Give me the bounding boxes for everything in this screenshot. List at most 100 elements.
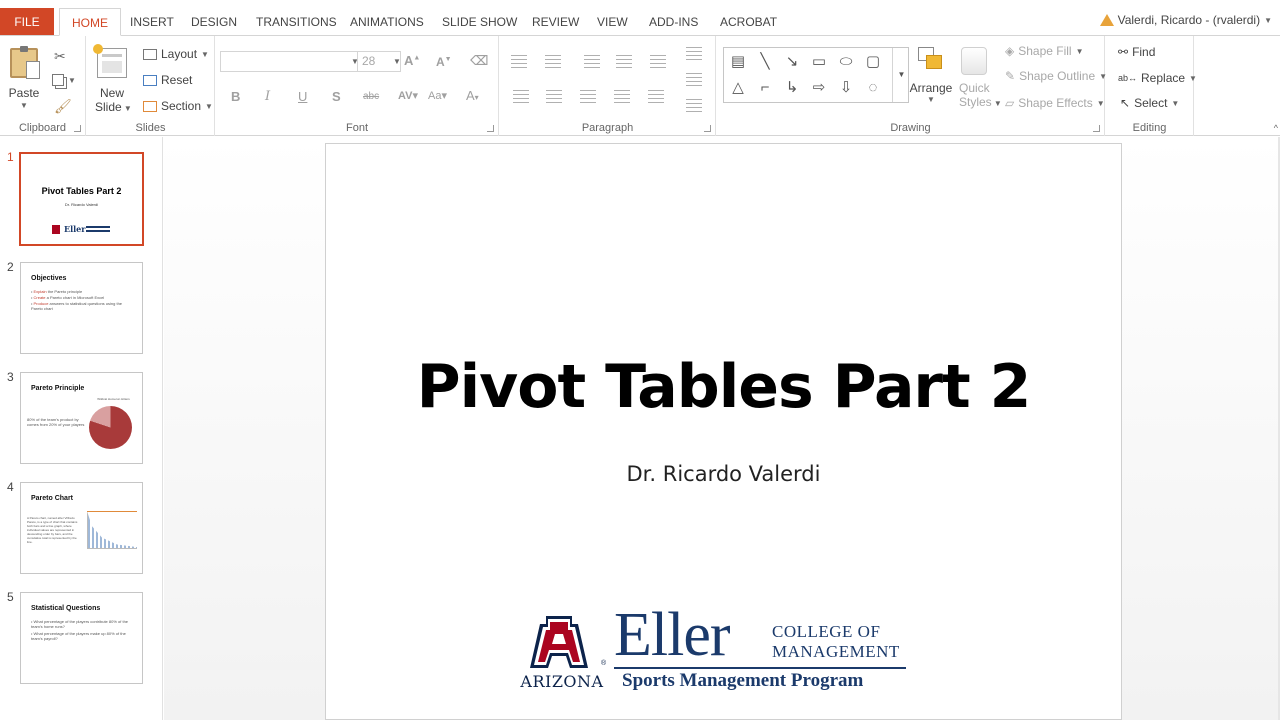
elbow-connector-icon[interactable]: ⌐ [756, 80, 774, 96]
italic-button[interactable]: I [265, 89, 270, 104]
paragraph-group-label: Paragraph [581, 122, 634, 134]
align-right-icon[interactable] [580, 90, 598, 104]
thumb-title: Pareto Principle [31, 385, 85, 392]
tab-file[interactable]: FILE [0, 8, 54, 36]
arrow-line-shape-icon[interactable]: ↘ [783, 54, 801, 70]
section-button[interactable]: Section ▼ [143, 99, 213, 113]
font-color-icon[interactable]: A▾ [466, 88, 479, 103]
rectangle-shape-icon[interactable]: ▭ [810, 54, 828, 70]
text-direction-icon[interactable] [686, 47, 704, 61]
reset-button[interactable]: Reset [143, 73, 192, 87]
slide-thumbnail-1[interactable]: Pivot Tables Part 2 Dr. Ricardo Valerdi … [19, 152, 144, 246]
shape-effects-button[interactable]: ▱ Shape Effects ▼ [1005, 96, 1105, 110]
eller-logo[interactable]: ARIZONA ® Eller COLLEGE OF MANAGEMENT Sp… [516, 602, 916, 700]
smartart-icon[interactable] [686, 99, 704, 113]
align-text-icon[interactable] [686, 73, 704, 87]
tab-animations[interactable]: ANIMATIONS [338, 8, 436, 36]
line-spacing-icon[interactable] [650, 55, 668, 69]
user-account[interactable]: Valerdi, Ricardo - (rvalerdi) ▼ [1099, 13, 1272, 27]
character-spacing-icon[interactable]: AV▾ [398, 89, 418, 102]
columns-icon[interactable] [648, 90, 666, 104]
slide-thumbnail-4[interactable]: Pareto Chart A Pareto chart, named after… [20, 482, 143, 574]
tab-slide-show[interactable]: SLIDE SHOW [430, 8, 529, 36]
new-slide-button[interactable]: New Slide ▼ [93, 44, 132, 116]
thumb-title: Objectives [31, 275, 67, 282]
replace-button[interactable]: ab↔ Replace ▼ [1118, 71, 1197, 85]
quick-styles-button[interactable]: Quick Styles ▼ [959, 47, 1002, 111]
right-arrow-shape-icon[interactable]: ⇨ [810, 80, 828, 96]
paste-button[interactable]: Paste ▼ [8, 46, 40, 110]
cut-button[interactable]: ✂ [54, 48, 66, 65]
strikethrough-button[interactable]: abc [363, 91, 379, 102]
change-case-icon[interactable]: Aa▾ [428, 89, 447, 102]
decrease-indent-icon[interactable] [584, 55, 602, 69]
justify-icon[interactable] [614, 90, 632, 104]
bold-button[interactable]: B [231, 89, 240, 104]
tab-acrobat[interactable]: ACROBAT [708, 8, 789, 36]
paintbrush-icon: 🖌 [54, 98, 72, 114]
section-label: Section [161, 99, 202, 113]
slide-title[interactable]: Pivot Tables Part 2 [326, 352, 1121, 422]
tab-insert[interactable]: INSERT [118, 8, 186, 36]
collapse-ribbon-icon[interactable]: ^ [1274, 123, 1278, 133]
line-shape-icon[interactable]: ╲ [756, 54, 774, 70]
decrease-font-icon[interactable]: A▼ [436, 55, 452, 69]
tab-transitions[interactable]: TRANSITIONS [244, 8, 349, 36]
dialog-launcher-icon[interactable] [74, 125, 81, 132]
tab-view[interactable]: VIEW [585, 8, 640, 36]
tab-design[interactable]: DESIGN [179, 8, 249, 36]
elbow-arrow-connector-icon[interactable]: ↳ [783, 80, 801, 96]
find-button[interactable]: ⚯ Find [1118, 45, 1155, 59]
editing-group-label: Editing [1132, 122, 1167, 134]
dialog-launcher-icon[interactable] [1093, 125, 1100, 132]
numbering-icon[interactable] [545, 55, 563, 69]
shapes-gallery[interactable]: ▤ ╲ ↘ ▭ ⬭ ▢ △ ⌐ ↳ ⇨ ⇩ ◌ ▼ [723, 47, 909, 103]
gallery-more-icon[interactable]: ▼ [892, 48, 910, 102]
dialog-launcher-icon[interactable] [704, 125, 711, 132]
college-line-1: COLLEGE OF [772, 622, 881, 641]
font-name-input[interactable] [220, 51, 358, 72]
slide-thumbnail-2[interactable]: Objectives • Explain the Pareto principl… [20, 262, 143, 354]
reset-icon [143, 74, 157, 86]
arrange-button[interactable]: Arrange ▼ [909, 47, 953, 104]
layout-button[interactable]: Layout ▼ [143, 47, 209, 61]
dialog-launcher-icon[interactable] [487, 125, 494, 132]
thumb-text: 80% of the team's product by comes from … [27, 417, 85, 427]
align-left-icon[interactable] [513, 90, 531, 104]
thumb-bullet: • What percentage of the players make up… [31, 631, 126, 641]
oval-shape-icon[interactable]: ⬭ [837, 54, 855, 70]
tab-home[interactable]: HOME [59, 8, 121, 36]
triangle-shape-icon[interactable]: △ [729, 80, 747, 96]
eller-wordmark: Eller [614, 601, 730, 669]
increase-font-icon[interactable]: A▲ [404, 53, 420, 68]
increase-indent-icon[interactable] [616, 55, 634, 69]
clear-formatting-icon[interactable]: ⌫ [470, 53, 488, 69]
thumb-title: Pareto Chart [31, 495, 74, 502]
current-slide[interactable]: Pivot Tables Part 2 Dr. Ricardo Valerdi … [325, 143, 1122, 720]
align-center-icon[interactable] [546, 90, 564, 104]
thumb-subtitle: Dr. Ricardo Valerdi [64, 202, 99, 207]
copy-button[interactable]: ▼ [52, 74, 76, 86]
new-slide-label-2: Slide [95, 100, 122, 114]
text-box-shape-icon[interactable]: ▤ [729, 54, 747, 70]
select-button[interactable]: ↖ Select ▼ [1120, 96, 1179, 110]
thumb-text: A Pareto chart, named after Vilfredo Par… [27, 516, 78, 544]
freeform-shape-icon[interactable]: ◌ [864, 80, 882, 96]
quick-styles-label-1: Quick [959, 81, 990, 95]
tab-add-ins[interactable]: ADD-INS [637, 8, 710, 36]
drawing-group-label: Drawing [890, 122, 931, 134]
rounded-rectangle-shape-icon[interactable]: ▢ [864, 54, 882, 70]
underline-button[interactable]: U [298, 89, 307, 104]
shadow-button[interactable]: S [332, 89, 341, 104]
shape-outline-button[interactable]: ✎ Shape Outline ▼ [1005, 69, 1107, 83]
thumb-bullet: • Explain the Pareto principle [31, 289, 83, 294]
slide-thumbnail-5[interactable]: Statistical Questions • What percentage … [20, 592, 143, 684]
slide-thumbnail-3[interactable]: Pareto Principle 80% of the team's produ… [20, 372, 143, 464]
bullets-icon[interactable] [511, 55, 529, 69]
user-name: Valerdi, Ricardo - (rvalerdi) [1117, 13, 1261, 27]
slide-subtitle[interactable]: Dr. Ricardo Valerdi [326, 462, 1121, 486]
down-arrow-shape-icon[interactable]: ⇩ [837, 80, 855, 96]
tab-review[interactable]: REVIEW [520, 8, 591, 36]
format-painter-button[interactable]: 🖌 [54, 98, 72, 115]
shape-fill-button[interactable]: ◈ Shape Fill ▼ [1005, 44, 1084, 58]
